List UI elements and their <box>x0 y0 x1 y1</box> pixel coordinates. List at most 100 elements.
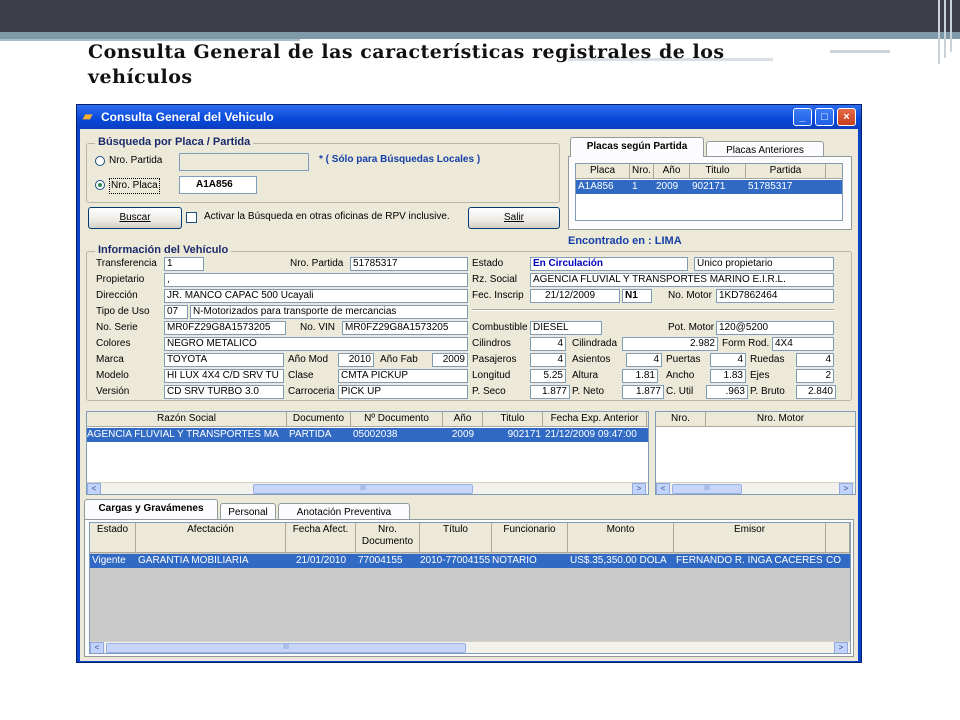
ancho-field[interactable]: 1.83 <box>710 369 746 383</box>
form-rod-field[interactable]: 4X4 <box>772 337 834 351</box>
table-row[interactable]: A1A856 1 2009 902171 51785317 <box>576 180 842 194</box>
nro-partida-field[interactable]: 51785317 <box>350 257 468 271</box>
scroll-thumb[interactable]: III <box>672 484 742 494</box>
col-fecha-exp[interactable]: Fecha Exp. Anterior <box>543 412 647 427</box>
salir-button[interactable]: Salir <box>468 207 560 229</box>
scroll-right-button[interactable]: > <box>839 483 853 494</box>
puertas-field[interactable]: 4 <box>710 353 746 367</box>
fec-inscrip-field[interactable]: 21/12/2009 <box>530 289 620 303</box>
carroceria-field[interactable]: PICK UP <box>338 385 468 399</box>
scroll-left-button[interactable]: < <box>87 483 101 494</box>
ejes-field[interactable]: 2 <box>796 369 834 383</box>
tab-placas-partida[interactable]: Placas según Partida <box>570 137 704 157</box>
window-titlebar[interactable]: ▰ Consulta General del Vehiculo _ □ × <box>77 105 861 129</box>
rz-social-field[interactable]: AGENCIA FLUVIAL Y TRANSPORTES MARIÑO E.I… <box>530 273 834 287</box>
search-groupbox: Búsqueda por Placa / Partida Nro. Partid… <box>86 136 560 203</box>
owners-hscroll[interactable]: < III > <box>87 482 648 494</box>
pasajeros-field[interactable]: 4 <box>530 353 566 367</box>
cargas-hscroll[interactable]: < III > <box>90 641 850 653</box>
version-field[interactable]: CD SRV TURBO 3.0 <box>164 385 284 399</box>
nro-serie-field[interactable]: MR0FZ29G8A1573205 <box>164 321 286 335</box>
cell-titulo: 2010-77004155 <box>420 555 491 566</box>
categoria-field[interactable]: N1 <box>622 289 652 303</box>
pot-motor-field[interactable]: 120@5200 <box>716 321 834 335</box>
direccion-label: Dirección <box>96 290 138 301</box>
search-legend: Búsqueda por Placa / Partida <box>95 136 254 148</box>
other-offices-checkbox[interactable] <box>186 212 197 223</box>
modelo-field[interactable]: HI LUX 4X4 C/D SRV TU <box>164 369 284 383</box>
scroll-thumb[interactable]: III <box>106 643 466 653</box>
c-util-field[interactable]: .963 <box>706 385 748 399</box>
transferencia-field[interactable]: 1 <box>164 257 204 271</box>
col-emisor[interactable]: Emisor <box>674 523 826 553</box>
minimize-button[interactable]: _ <box>793 108 812 126</box>
cilindros-label: Cilindros <box>472 338 511 349</box>
cilindros-field[interactable]: 4 <box>530 337 566 351</box>
estado-field[interactable]: En Circulación <box>530 257 688 271</box>
col-titulo[interactable]: Titulo <box>483 412 543 427</box>
buscar-button[interactable]: Buscar <box>88 207 182 229</box>
anio-fab-field[interactable]: 2009 <box>432 353 468 367</box>
estado2-field[interactable]: Único propietario <box>694 257 834 271</box>
radio-placa[interactable] <box>95 180 105 190</box>
cilindrada-label: Cilindrada <box>572 338 618 349</box>
maximize-button[interactable]: □ <box>815 108 834 126</box>
col-titulo[interactable]: Título <box>420 523 492 553</box>
direccion-field[interactable]: JR. MANCO CAPAC 500 Ucayali <box>164 289 468 303</box>
col-estado[interactable]: Estado <box>90 523 136 553</box>
p-bruto-field[interactable]: 2.840 <box>796 385 836 399</box>
table-row[interactable]: AGENCIA FLUVIAL Y TRANSPORTES MA PARTIDA… <box>87 428 648 442</box>
col-anio[interactable]: Año <box>654 164 690 179</box>
combustible-field[interactable]: DIESEL <box>530 321 602 335</box>
col-nro[interactable]: Nro. <box>630 164 654 179</box>
scroll-right-button[interactable]: > <box>834 642 848 653</box>
cell-extra: CO <box>826 555 841 566</box>
altura-field[interactable]: 1.81 <box>622 369 658 383</box>
close-button[interactable]: × <box>837 108 856 126</box>
motors-hscroll[interactable]: < III > <box>656 482 855 494</box>
col-partida[interactable]: Partida <box>746 164 826 179</box>
ancho-label: Ancho <box>666 370 695 381</box>
ruedas-field[interactable]: 4 <box>796 353 834 367</box>
motors-grid: Nro. Nro. Motor < III > <box>655 411 856 495</box>
col-placa[interactable]: Placa <box>576 164 630 179</box>
longitud-field[interactable]: 5.25 <box>530 369 566 383</box>
col-afectacion[interactable]: Afectación <box>136 523 286 553</box>
tipo-uso-code-field[interactable]: 07 <box>164 305 188 319</box>
propietario-field[interactable]: , <box>164 273 468 287</box>
col-nro-documento[interactable]: Nº Documento <box>351 412 443 427</box>
col-monto[interactable]: Monto <box>568 523 674 553</box>
nro-motor-field[interactable]: 1KD7862464 <box>716 289 834 303</box>
radio-partida[interactable] <box>95 156 105 166</box>
asientos-field[interactable]: 4 <box>626 353 662 367</box>
cilindrada-field[interactable]: 2.982 <box>622 337 718 351</box>
scroll-thumb[interactable]: III <box>253 484 473 494</box>
col-titulo[interactable]: Titulo <box>690 164 746 179</box>
col-extra[interactable] <box>826 523 850 553</box>
partida-input[interactable] <box>179 153 309 171</box>
marca-field[interactable]: TOYOTA <box>164 353 284 367</box>
tipo-uso-field[interactable]: N-Motorizados para transporte de mercanc… <box>190 305 468 319</box>
placa-input[interactable]: A1A856 <box>179 176 257 194</box>
col-nro-motor[interactable]: Nro. Motor <box>706 412 855 427</box>
col-nro-documento[interactable]: Nro. Documento <box>356 523 420 553</box>
scroll-left-button[interactable]: < <box>90 642 104 653</box>
col-nro[interactable]: Nro. <box>656 412 706 427</box>
colores-field[interactable]: NEGRO METALICO <box>164 337 468 351</box>
col-documento[interactable]: Documento <box>287 412 351 427</box>
col-funcionario[interactable]: Funcionario <box>492 523 568 553</box>
p-neto-field[interactable]: 1.877 <box>622 385 664 399</box>
p-seco-field[interactable]: 1.877 <box>530 385 570 399</box>
slide-title: Consulta General de las características … <box>88 41 725 88</box>
scroll-left-button[interactable]: < <box>656 483 670 494</box>
col-razon-social[interactable]: Razón Social <box>87 412 287 427</box>
table-row[interactable]: Vigente GARANTIA MOBILIARIA 21/01/2010 7… <box>90 554 850 568</box>
scroll-right-button[interactable]: > <box>632 483 646 494</box>
salir-label: Salir <box>503 212 524 223</box>
col-fecha-afect[interactable]: Fecha Afect. <box>286 523 356 553</box>
clase-field[interactable]: CMTA PICKUP <box>338 369 468 383</box>
anio-mod-field[interactable]: 2010 <box>338 353 374 367</box>
nro-vin-field[interactable]: MR0FZ29G8A1573205 <box>342 321 468 335</box>
col-anio[interactable]: Año <box>443 412 483 427</box>
tab-cargas-gravamenes[interactable]: Cargas y Gravámenes <box>84 499 218 519</box>
